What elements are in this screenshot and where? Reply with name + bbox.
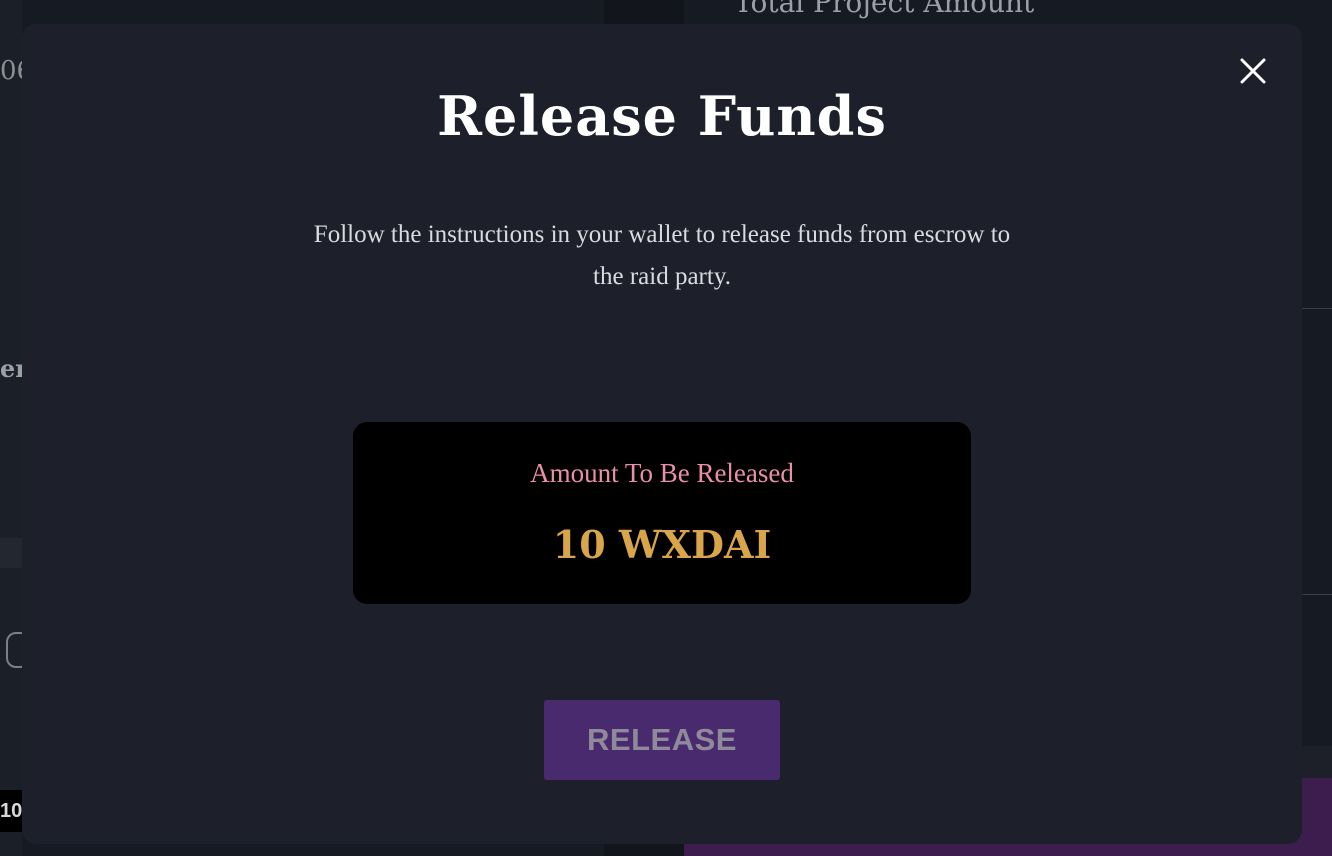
amount-card: Amount To Be Released 10 WXDAI bbox=[353, 422, 971, 604]
release-button[interactable]: RELEASE bbox=[544, 700, 780, 780]
background-panel-edge bbox=[1302, 746, 1332, 778]
release-funds-modal: Release Funds Follow the instructions in… bbox=[22, 24, 1302, 844]
modal-title: Release Funds bbox=[437, 84, 887, 148]
close-button[interactable] bbox=[1238, 56, 1268, 86]
background-divider bbox=[1302, 308, 1332, 309]
amount-value: 10 WXDAI bbox=[552, 522, 772, 567]
close-icon bbox=[1240, 58, 1266, 84]
page: 06 er) 10 Total Project Amount Release F… bbox=[0, 0, 1332, 856]
amount-label: Amount To Be Released bbox=[530, 458, 794, 488]
background-left-strip bbox=[0, 0, 22, 856]
background-divider bbox=[1302, 594, 1332, 595]
background-left-number: 10 bbox=[0, 790, 22, 832]
background-left-divider bbox=[0, 538, 22, 568]
background-right-heading: Total Project Amount bbox=[734, 0, 1035, 19]
modal-instructions: Follow the instructions in your wallet t… bbox=[313, 221, 1011, 290]
